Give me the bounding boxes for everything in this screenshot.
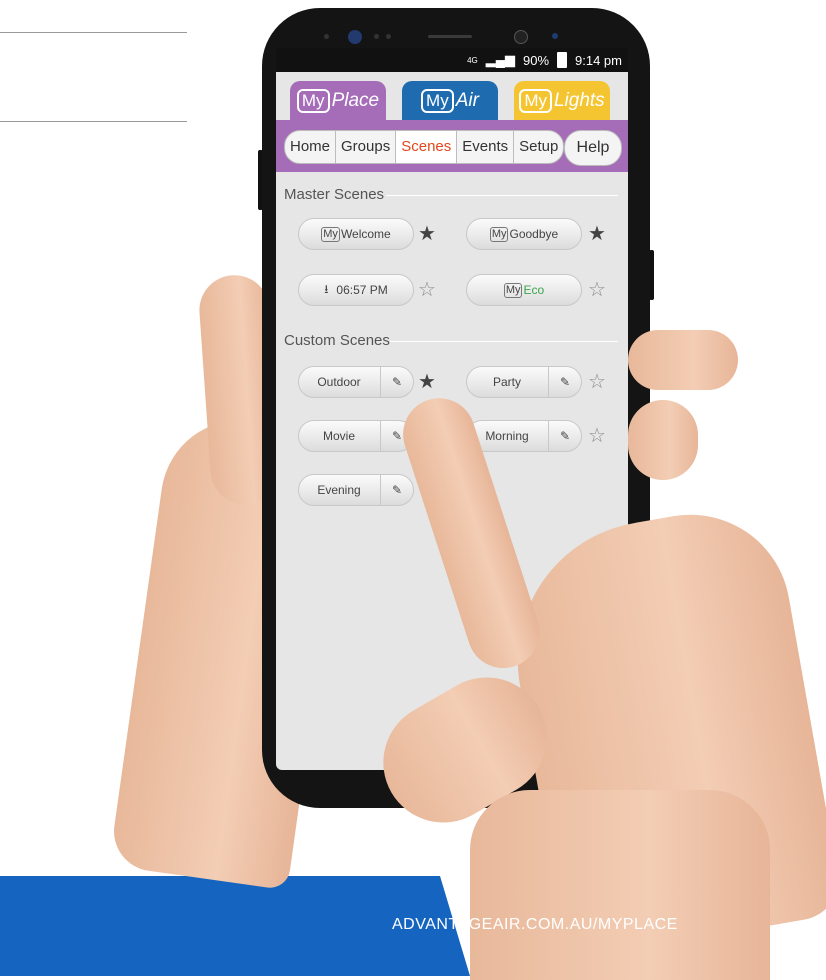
pencil-icon[interactable]: ✎ bbox=[548, 421, 581, 451]
scene-label: Outdoor bbox=[317, 375, 361, 389]
star-outline-icon[interactable]: ☆ bbox=[588, 426, 606, 446]
footer-url[interactable]: ADVANTAGEAIR.COM.AU/MYPLACE bbox=[392, 916, 678, 934]
front-camera-icon bbox=[514, 30, 528, 44]
sensor-dot bbox=[324, 34, 329, 39]
brand-myair[interactable]: My Air bbox=[402, 81, 498, 121]
my-logo-icon: My bbox=[296, 89, 330, 113]
scene-label: 06:57 PM bbox=[336, 283, 388, 297]
brand-mylights[interactable]: My Lights bbox=[514, 81, 610, 121]
scene-label: Evening bbox=[317, 483, 361, 497]
scene-label: Party bbox=[492, 375, 521, 389]
network-indicator: 4G bbox=[467, 55, 478, 65]
sensor-dot bbox=[552, 33, 558, 39]
pencil-icon[interactable]: ✎ bbox=[380, 475, 413, 505]
brand-myplace[interactable]: My Place bbox=[290, 81, 386, 121]
clock: 9:14 pm bbox=[575, 52, 622, 68]
scene-morning-button[interactable]: Morning ✎ bbox=[466, 420, 582, 452]
scene-label: Movie bbox=[322, 429, 355, 443]
scene-party-button[interactable]: Party ✎ bbox=[466, 366, 582, 398]
custom-scenes-heading: Custom Scenes bbox=[284, 332, 390, 349]
scene-label: Welcome bbox=[340, 227, 391, 241]
scene-movie-button[interactable]: Movie ✎ bbox=[298, 420, 414, 452]
brand-label: Place bbox=[331, 90, 380, 111]
camera-icon bbox=[348, 30, 362, 44]
scene-label: Goodbye bbox=[509, 227, 559, 241]
second-rule bbox=[0, 121, 187, 122]
scene-mywelcome-button[interactable]: My Welcome bbox=[298, 218, 414, 250]
tab-scenes[interactable]: Scenes bbox=[396, 131, 458, 163]
section-divider bbox=[390, 341, 618, 342]
star-outline-icon[interactable]: ☆ bbox=[588, 372, 606, 392]
star-outline-icon[interactable]: ☆ bbox=[418, 280, 436, 300]
star-filled-icon[interactable]: ★ bbox=[418, 372, 436, 392]
my-logo-icon: My bbox=[421, 89, 454, 113]
my-logo-icon: My bbox=[503, 282, 523, 298]
speaker-grille bbox=[428, 35, 472, 38]
brand-bar: My Place My Air My Lights bbox=[276, 72, 628, 121]
master-scenes-heading: Master Scenes bbox=[284, 186, 385, 203]
my-logo-icon: My bbox=[489, 226, 509, 242]
scene-myeco-button[interactable]: My Eco bbox=[466, 274, 582, 306]
battery-icon bbox=[557, 52, 568, 68]
star-filled-icon[interactable]: ★ bbox=[588, 224, 606, 244]
help-button[interactable]: Help bbox=[564, 130, 622, 166]
right-hand-fingers bbox=[628, 330, 738, 390]
pencil-icon[interactable]: ✎ bbox=[380, 367, 413, 397]
star-filled-icon[interactable]: ★ bbox=[418, 224, 436, 244]
battery-percent: 90% bbox=[522, 52, 550, 68]
section-divider bbox=[386, 195, 618, 196]
tab-events[interactable]: Events bbox=[457, 131, 515, 163]
tab-groups[interactable]: Groups bbox=[336, 131, 397, 163]
top-rule bbox=[0, 32, 187, 33]
scene-sunset-button[interactable]: ⭳ 06:57 PM bbox=[298, 274, 414, 306]
scene-outdoor-button[interactable]: Outdoor ✎ bbox=[298, 366, 414, 398]
sunset-icon: ⭳ bbox=[324, 281, 329, 296]
pencil-icon[interactable]: ✎ bbox=[548, 367, 581, 397]
sensor-dot bbox=[374, 34, 379, 39]
right-wrist bbox=[470, 790, 770, 980]
sensor-dot bbox=[386, 34, 391, 39]
tab-home[interactable]: Home bbox=[285, 131, 337, 163]
tab-group: Home Groups Scenes Events Setup bbox=[284, 130, 565, 164]
phone-top-sensors bbox=[318, 26, 594, 48]
scene-mygoodbye-button[interactable]: My Goodbye bbox=[466, 218, 582, 250]
tab-setup[interactable]: Setup bbox=[514, 131, 563, 163]
brand-label: Lights bbox=[553, 90, 605, 111]
brand-label: Air bbox=[455, 90, 479, 111]
nav-bar: Home Groups Scenes Events Setup Help bbox=[276, 120, 628, 172]
scene-label: Eco bbox=[523, 283, 545, 297]
status-bar: 4G ▂▄▆ 90% 9:14 pm bbox=[276, 48, 628, 72]
star-outline-icon[interactable]: ☆ bbox=[588, 280, 606, 300]
scene-evening-button[interactable]: Evening ✎ bbox=[298, 474, 414, 506]
my-logo-icon: My bbox=[519, 89, 552, 113]
signal-icon: ▂▄▆ bbox=[485, 52, 515, 67]
right-hand-fingers bbox=[628, 400, 698, 480]
my-logo-icon: My bbox=[321, 226, 340, 242]
